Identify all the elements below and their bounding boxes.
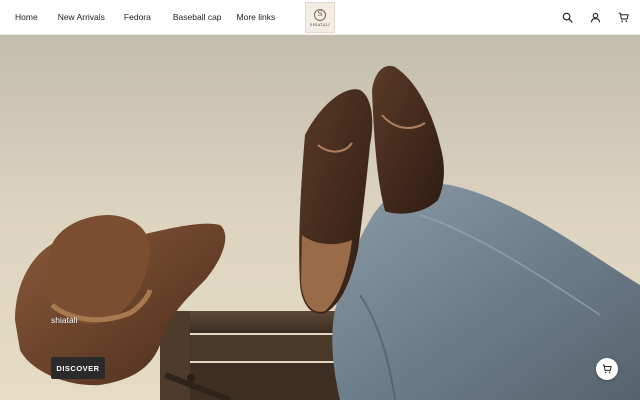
logo-text: SHIATALI: [310, 22, 330, 27]
header-icons: [560, 0, 630, 35]
search-icon[interactable]: [560, 11, 574, 25]
nav-item-baseball-cap[interactable]: Baseball cap: [173, 12, 222, 22]
discover-button[interactable]: DISCOVER: [51, 357, 105, 379]
cart-icon[interactable]: [616, 11, 630, 25]
nav-item-home[interactable]: Home: [15, 12, 38, 22]
nav-item-fedora[interactable]: Fedora: [124, 12, 151, 22]
nav-item-new-arrivals[interactable]: New Arrivals: [58, 12, 105, 22]
nav-item-more-links[interactable]: More links: [237, 12, 276, 22]
logo-mark: S: [314, 8, 326, 21]
main-nav: Home New Arrivals Fedora Baseball cap Mo…: [0, 12, 275, 22]
hero-image: [0, 35, 640, 400]
site-header: Home New Arrivals Fedora Baseball cap Mo…: [0, 0, 640, 35]
hero-caption: shiatali: [51, 315, 78, 325]
cart-icon: [602, 364, 612, 374]
site-logo[interactable]: S SHIATALI: [305, 2, 335, 33]
hero-banner: shiatali DISCOVER: [0, 35, 640, 400]
floating-cart-button[interactable]: [596, 358, 618, 380]
account-icon[interactable]: [588, 11, 602, 25]
